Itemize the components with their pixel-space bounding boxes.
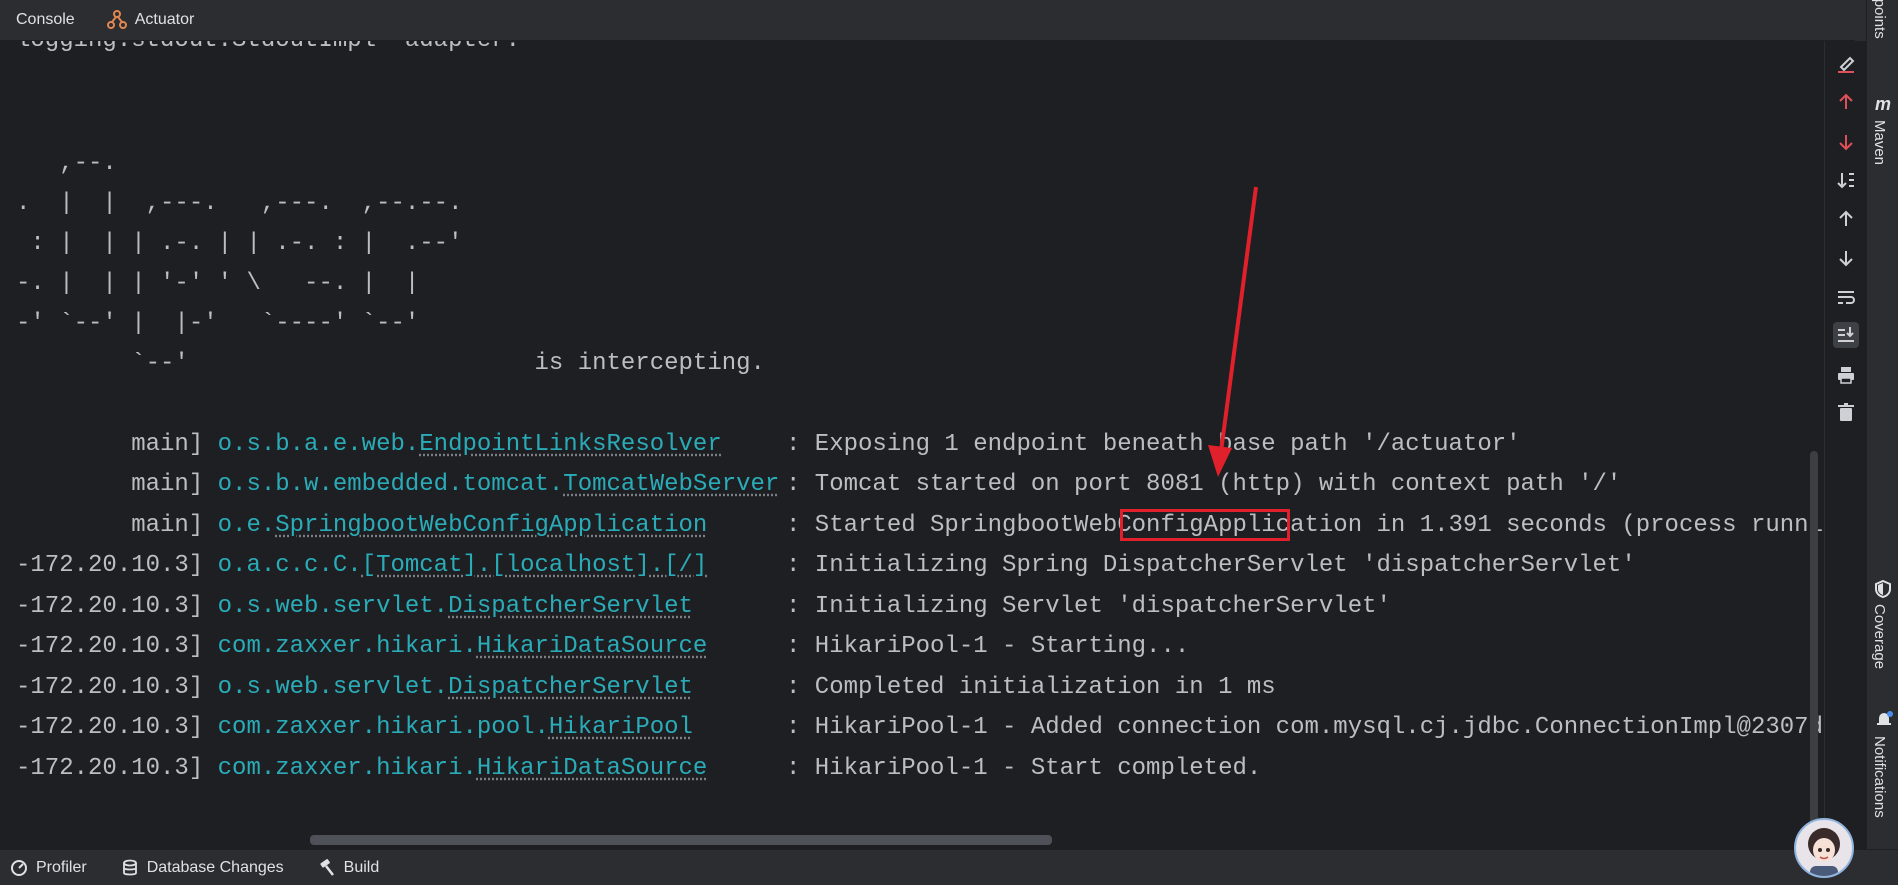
database-changes-button[interactable]: Database Changes	[111, 859, 284, 877]
console-toolbar	[1824, 41, 1867, 849]
maven-icon: m	[1875, 94, 1892, 114]
sidebar-item-label: Endpoints	[1871, 0, 1888, 39]
build-label: Build	[343, 858, 380, 876]
sidebar-item-notifications[interactable]: Notifications	[1871, 736, 1888, 818]
right-tool-sidebar: Endpoints m Maven Coverage Notifications	[1866, 0, 1898, 884]
console-output[interactable]: logging.stdout.StdoutImpl' adapter. ,--.…	[0, 41, 1824, 849]
delete-icon[interactable]	[1833, 399, 1859, 425]
assistant-avatar[interactable]	[1794, 818, 1854, 878]
database-changes-label: Database Changes	[146, 858, 284, 876]
bell-icon	[1875, 710, 1893, 733]
profiler-label: Profiler	[36, 858, 87, 876]
tab-actuator[interactable]: Actuator	[91, 0, 211, 40]
shield-icon	[1875, 579, 1891, 603]
bottom-tool-bar: Profiler Database Changes Build	[0, 849, 1898, 885]
tab-console-label: Console	[16, 11, 75, 28]
print-icon[interactable]	[1833, 362, 1859, 388]
clear-icon[interactable]	[1833, 51, 1859, 77]
profiler-button[interactable]: Profiler	[0, 859, 87, 877]
scroll-to-end-icon[interactable]	[1833, 322, 1859, 348]
horizontal-scrollbar[interactable]	[310, 835, 1052, 845]
sidebar-item-label: Notifications	[1871, 736, 1888, 818]
scroll-up-icon[interactable]	[1833, 206, 1859, 232]
sidebar-item-label: Maven	[1871, 120, 1888, 166]
profiler-icon	[11, 859, 27, 876]
tool-window-tabs: Console Actuator	[0, 0, 1855, 41]
tab-console[interactable]: Console	[0, 0, 91, 40]
scroll-down-icon[interactable]	[1833, 245, 1859, 271]
sidebar-item-endpoints[interactable]: Endpoints	[1871, 0, 1888, 39]
sort-icon[interactable]	[1833, 167, 1859, 193]
next-occurrence-icon[interactable]	[1833, 129, 1859, 155]
build-button[interactable]: Build	[308, 858, 380, 877]
vertical-scrollbar[interactable]	[1810, 451, 1818, 831]
hammer-icon	[320, 858, 334, 876]
tab-actuator-label: Actuator	[134, 11, 195, 28]
previous-occurrence-icon[interactable]	[1833, 89, 1859, 115]
database-icon	[122, 859, 137, 875]
annotation-arrow	[1208, 186, 1258, 477]
sidebar-item-label: Coverage	[1871, 604, 1888, 670]
sidebar-item-maven[interactable]: Maven	[1871, 120, 1888, 165]
actuator-icon	[106, 10, 127, 30]
sidebar-item-coverage[interactable]: Coverage	[1871, 604, 1888, 669]
soft-wrap-icon[interactable]	[1833, 284, 1859, 310]
